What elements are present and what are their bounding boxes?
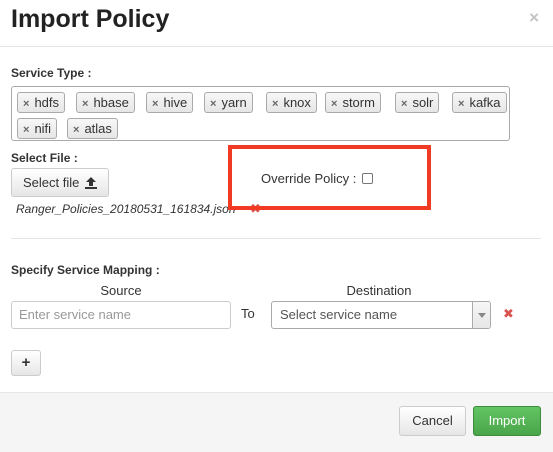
tag-label: hbase [93, 95, 129, 110]
cancel-button[interactable]: Cancel [399, 406, 466, 436]
select-file-label: Select File : [11, 151, 78, 165]
tag-label: nifi [34, 121, 52, 136]
tag-label: hdfs [34, 95, 60, 110]
tag-label: solr [412, 95, 434, 110]
source-column-header: Source [100, 283, 142, 298]
dialog-title: Import Policy [11, 5, 170, 33]
remove-tag-icon[interactable]: × [23, 98, 29, 110]
select-file-button[interactable]: Select file [11, 168, 109, 197]
service-tag-nifi: × nifi [17, 118, 58, 139]
remove-tag-icon[interactable]: × [272, 98, 278, 110]
tag-label: hive [163, 95, 188, 110]
service-tag-hdfs: × hdfs [17, 92, 66, 113]
service-tag-storm: × storm [325, 92, 381, 113]
service-tag-atlas: × atlas [67, 118, 118, 139]
destination-service-select[interactable]: Select service name [271, 301, 491, 329]
service-tag-yarn: × yarn [204, 92, 253, 113]
destination-column-header: Destination [346, 283, 412, 298]
section-divider [11, 238, 541, 239]
service-tag-hbase: × hbase [76, 92, 135, 113]
dialog-header: Import Policy × [0, 0, 553, 46]
select-file-button-label: Select file [23, 175, 80, 190]
tag-label: knox [283, 95, 311, 110]
tag-label: yarn [221, 95, 247, 110]
tag-label: atlas [84, 121, 112, 136]
to-label: To [241, 306, 255, 321]
remove-tag-icon[interactable]: × [458, 98, 464, 110]
remove-tag-icon[interactable]: × [331, 98, 337, 110]
import-button[interactable]: Import [473, 406, 541, 436]
service-tag-kafka: × kafka [452, 92, 507, 113]
dialog-footer: Cancel Import [0, 392, 553, 452]
service-type-multiselect[interactable]: × hdfs × hbase × hive × yarn × knox × storm × s… [11, 86, 510, 141]
remove-tag-icon[interactable]: × [152, 98, 158, 110]
service-type-label: Service Type : [11, 66, 92, 80]
chevron-down-icon[interactable] [472, 302, 490, 328]
remove-tag-icon[interactable]: × [82, 98, 88, 110]
service-tag-hive: × hive [146, 92, 194, 113]
service-tag-solr: × solr [395, 92, 440, 113]
header-divider [0, 46, 553, 47]
service-mapping-label: Specify Service Mapping : [11, 263, 160, 277]
remove-tag-icon[interactable]: × [401, 98, 407, 110]
remove-tag-icon[interactable]: × [73, 124, 79, 136]
tag-label: storm [342, 95, 375, 110]
destination-select-placeholder: Select service name [280, 307, 398, 322]
service-tag-knox: × knox [266, 92, 317, 113]
remove-tag-icon[interactable]: × [210, 98, 216, 110]
import-policy-dialog: Import Policy × Service Type : × hdfs × hb… [0, 0, 553, 452]
remove-mapping-icon[interactable]: ✖ [503, 306, 514, 322]
source-service-input[interactable]: Enter service name [11, 301, 231, 329]
remove-tag-icon[interactable]: × [23, 124, 29, 136]
upload-icon [85, 171, 97, 198]
add-mapping-button[interactable]: + [11, 350, 41, 376]
highlight-annotation-box [228, 145, 431, 210]
tag-label: kafka [469, 95, 501, 110]
selected-file-name: Ranger_Policies_20180531_161834.json [16, 202, 236, 216]
close-icon[interactable]: × [529, 9, 539, 26]
